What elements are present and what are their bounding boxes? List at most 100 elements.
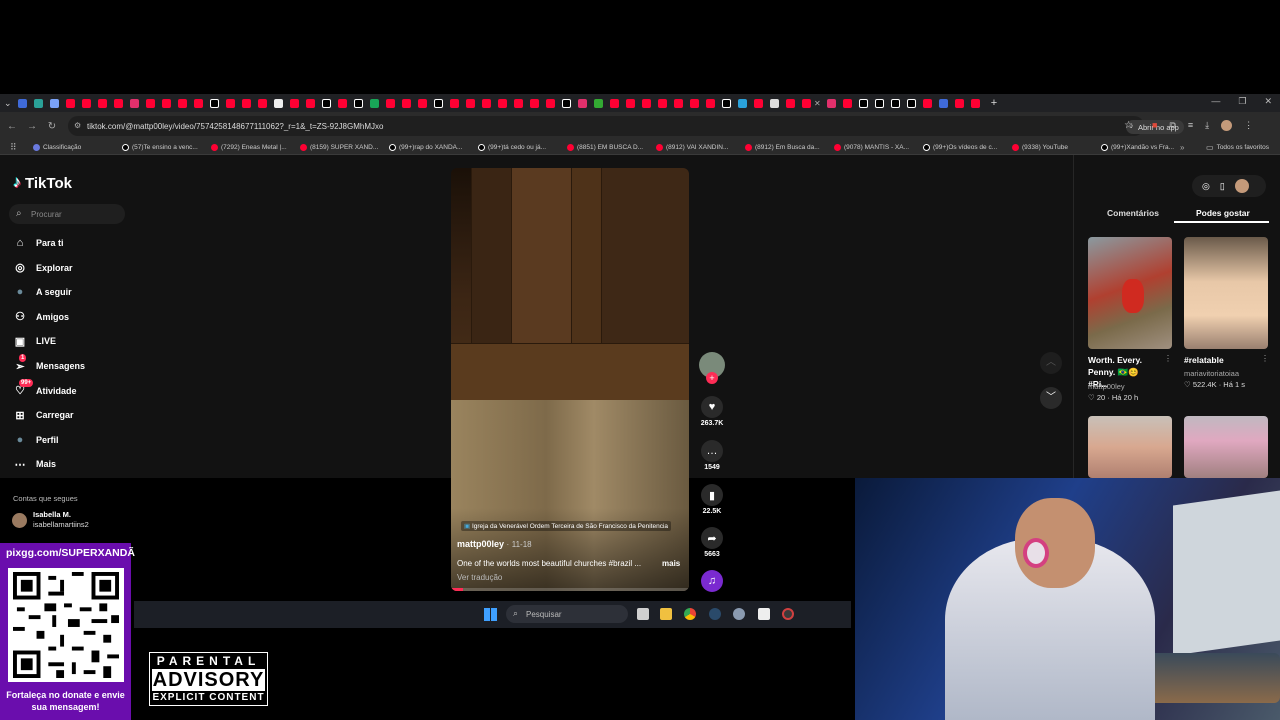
profile-avatar[interactable] — [1221, 120, 1233, 131]
browser-tab-favicon[interactable] — [530, 98, 539, 108]
browser-tab-favicon[interactable] — [642, 98, 651, 108]
browser-tab-favicon[interactable] — [754, 98, 763, 108]
browser-tab-favicon[interactable] — [450, 98, 459, 108]
translate-link[interactable]: Ver tradução — [457, 573, 502, 582]
close-window-icon[interactable]: ✕ — [1264, 96, 1272, 107]
browser-tab-favicon[interactable] — [130, 98, 139, 108]
browser-tab-favicon[interactable] — [418, 98, 427, 108]
browser-tab-favicon[interactable] — [34, 98, 43, 108]
more-options-icon[interactable]: ⋮ — [1261, 354, 1269, 363]
sidebar-item-activity[interactable]: ♡ 99+ Atividade — [13, 378, 77, 398]
bookmark-item[interactable]: (99+)tá cedo ou já... — [478, 143, 558, 151]
browser-tab-favicon[interactable] — [626, 98, 635, 108]
bookmark-item[interactable]: (8912) Em Busca da... — [745, 143, 825, 151]
new-tab-plus-icon[interactable]: + — [991, 97, 997, 109]
browser-tab-favicon[interactable] — [562, 98, 571, 108]
browser-tab-favicon[interactable] — [690, 98, 699, 108]
browser-tab-favicon[interactable] — [18, 98, 27, 108]
document-icon[interactable] — [758, 608, 770, 620]
bookmark-item[interactable]: (99+)Os vídeos de c... — [923, 143, 1003, 151]
browser-tab-favicon[interactable] — [874, 98, 884, 108]
browser-tab-favicon[interactable] — [922, 98, 932, 108]
browser-tab-favicon[interactable] — [274, 98, 283, 108]
sidebar-item-compass[interactable]: ◎ Explorar — [13, 261, 72, 275]
browser-tab-favicon[interactable] — [802, 98, 811, 108]
browser-tab-favicon[interactable] — [706, 98, 715, 108]
like-button[interactable]: ♥ 263.7K — [697, 396, 727, 427]
share-button[interactable]: ➦ 5663 — [697, 527, 727, 558]
bookmark-item[interactable]: (7292) Eneas Metal |... — [211, 143, 291, 151]
back-arrow-icon[interactable]: ← — [2, 121, 22, 132]
browser-tab-favicon[interactable] — [242, 98, 251, 108]
suggestion-thumbnail[interactable] — [1088, 237, 1172, 349]
extensions-puzzle-icon[interactable]: ⧉ — [1169, 120, 1175, 131]
explore-compass-icon[interactable]: ◎ — [1202, 181, 1210, 192]
browser-tab-favicon[interactable] — [674, 98, 683, 108]
file-explorer-icon[interactable] — [660, 608, 672, 620]
apps-grid-icon[interactable]: ⠿ — [10, 142, 22, 153]
browser-tab-favicon[interactable] — [610, 98, 619, 108]
browser-tab-favicon[interactable] — [842, 98, 852, 108]
bookmark-item[interactable]: (57)Te ensino a venc... — [122, 143, 202, 151]
browser-tab-favicon[interactable] — [970, 98, 980, 108]
browser-tab-favicon[interactable] — [322, 98, 331, 108]
more-bookmarks-chevron-icon[interactable]: » — [1180, 143, 1184, 152]
sidebar-item-live[interactable]: ▣ LIVE — [13, 334, 56, 348]
browser-tab-favicon[interactable] — [578, 98, 587, 108]
maximize-icon[interactable]: ❐ — [1238, 96, 1246, 107]
download-icon[interactable]: ⤓ — [1205, 120, 1209, 131]
browser-tab-favicon[interactable] — [338, 98, 347, 108]
windows-start-icon[interactable] — [484, 608, 497, 621]
steam-icon[interactable] — [709, 608, 721, 620]
next-video-chevron-icon[interactable]: ﹀ — [1040, 387, 1062, 409]
profile-avatar[interactable] — [1234, 179, 1249, 193]
save-button[interactable]: ▮ 22.5K — [697, 484, 727, 515]
browser-tab-favicon[interactable] — [826, 98, 836, 108]
sidebar-item-friends[interactable]: ⚇ Amigos — [13, 310, 69, 324]
sidebar-item-upload[interactable]: ⊞ Carregar — [13, 408, 73, 422]
bookmark-item[interactable]: Classificação — [33, 143, 113, 151]
browser-tab-favicon[interactable] — [594, 98, 603, 108]
browser-tab-favicon[interactable] — [162, 98, 171, 108]
suggestion-user[interactable]: mariavitoriatoiaa — [1184, 369, 1239, 378]
bookmark-item[interactable]: (8851) EM BUSCA D... — [567, 143, 647, 151]
tiktok-logo[interactable]: ♪ TikTok — [13, 174, 72, 192]
browser-tab-favicon[interactable] — [194, 98, 203, 108]
browser-tab-favicon[interactable] — [402, 98, 411, 108]
sidebar-item-more[interactable]: ⋯ Mais — [13, 457, 57, 471]
bookmark-item[interactable]: (99+)Xandão vs Fra... — [1101, 143, 1181, 151]
site-info-icon[interactable]: ⚙ — [74, 121, 81, 130]
browser-tab-favicon[interactable] — [770, 98, 779, 108]
browser-tab-favicon[interactable] — [738, 98, 747, 108]
browser-tab-favicon[interactable] — [722, 98, 731, 108]
browser-tab-favicon[interactable] — [306, 98, 315, 108]
browser-tab-favicon[interactable] — [858, 98, 868, 108]
bookmark-item[interactable]: (99+)rap do XANDÃ... — [389, 143, 469, 151]
taskbar-search-input[interactable]: ⌕ Pesquisar — [506, 605, 628, 623]
bookmark-item[interactable]: (8912) VAI XANDIN... — [656, 143, 736, 151]
browser-tab-favicon[interactable] — [98, 98, 107, 108]
browser-tab-favicon[interactable] — [146, 98, 155, 108]
settings-gear-icon[interactable] — [733, 608, 745, 620]
location-tag[interactable]: ▣ Igreja da Venerável Ordem Terceira de … — [461, 521, 672, 531]
reload-icon[interactable]: ↻ — [42, 121, 62, 132]
chrome-icon[interactable] — [684, 608, 696, 620]
browser-tab-favicon[interactable] — [50, 98, 59, 108]
browser-tab-favicon[interactable] — [82, 98, 91, 108]
browser-tab-favicon[interactable] — [290, 98, 299, 108]
progress-bar[interactable] — [451, 588, 689, 591]
tab-search-chevron-icon[interactable]: ⌄ — [4, 98, 14, 109]
sidebar-item-messages[interactable]: ➢ 1 Mensagens — [13, 354, 85, 373]
sound-button[interactable]: ♫ — [697, 570, 727, 592]
sidebar-item-profile[interactable]: ● Perfil — [13, 433, 59, 447]
browser-tab-favicon[interactable] — [114, 98, 123, 108]
browser-tab-favicon[interactable] — [906, 98, 916, 108]
browser-tab-favicon[interactable] — [890, 98, 900, 108]
suggestion-thumbnail[interactable] — [1184, 237, 1268, 349]
browser-tab-favicon[interactable] — [658, 98, 667, 108]
suggestion-thumbnail[interactable] — [1088, 416, 1172, 478]
video-author[interactable]: mattp00ley — [457, 539, 504, 549]
browser-tab-favicon[interactable] — [370, 98, 379, 108]
browser-tab-favicon[interactable] — [954, 98, 964, 108]
more-options-icon[interactable]: ⋮ — [1164, 354, 1172, 363]
